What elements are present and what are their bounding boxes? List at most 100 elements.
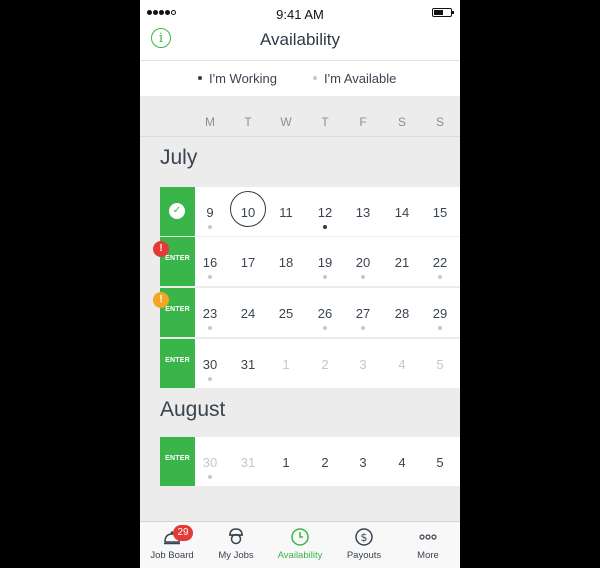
available-dot-icon [323, 326, 327, 330]
day-cell[interactable]: 13 [348, 187, 378, 236]
divider [140, 136, 460, 137]
day-cell[interactable]: 31 [233, 339, 263, 388]
enter-week-button[interactable]: ENTER [160, 437, 195, 486]
day-number: 31 [240, 357, 256, 372]
day-cell[interactable]: 21 [387, 237, 417, 286]
day-cell[interactable]: 17 [233, 237, 263, 286]
svg-text:$: $ [361, 531, 368, 544]
day-cell[interactable]: 26 [310, 288, 340, 337]
legend-working: I'm Working [198, 71, 277, 86]
day-cell[interactable]: 11 [271, 187, 301, 236]
tab-job-board[interactable]: Job Board 29 [140, 522, 204, 568]
day-cell[interactable]: 30 [195, 437, 225, 486]
working-dot-icon [198, 75, 202, 80]
day-cell[interactable]: 23 [195, 288, 225, 337]
day-cell[interactable]: 14 [387, 187, 417, 236]
day-number: 3 [359, 357, 367, 372]
day-cell[interactable]: 3 [348, 437, 378, 486]
day-number: 30 [202, 357, 218, 372]
weekday-label: M [205, 115, 215, 129]
day-cell[interactable]: 2 [310, 339, 340, 388]
day-number: 1 [282, 357, 290, 372]
day-number: 5 [436, 357, 444, 372]
day-cell[interactable]: 15 [425, 187, 455, 236]
day-cell[interactable]: 22 [425, 237, 455, 286]
tab-more[interactable]: More [396, 522, 460, 568]
day-cell[interactable]: 4 [387, 437, 417, 486]
day-cell[interactable]: 2 [310, 437, 340, 486]
day-number: 23 [202, 306, 218, 321]
weekday-label: W [280, 115, 292, 129]
phone-screen: 9:41 AM i Availability I'm Working I'm A… [140, 0, 460, 568]
warning-alert-icon[interactable]: ! [153, 292, 169, 308]
enter-week-button[interactable]: ENTER [160, 339, 195, 388]
day-number: 13 [355, 205, 371, 220]
day-cell[interactable]: 9 [195, 187, 225, 236]
available-dot-icon [361, 275, 365, 279]
day-cell[interactable]: 18 [271, 237, 301, 286]
page-title: Availability [259, 30, 340, 49]
week-row: ENTER 30 31 1 2 3 4 5 [160, 437, 460, 486]
day-cell[interactable]: 3 [348, 339, 378, 388]
available-dot-icon [208, 326, 212, 330]
day-cell[interactable]: 19 [310, 237, 340, 286]
day-number: 19 [317, 255, 333, 270]
day-cell[interactable]: 25 [271, 288, 301, 337]
legend-available: I'm Available [313, 71, 396, 86]
day-cell[interactable]: 5 [425, 339, 455, 388]
checkmark-icon: ✓ [169, 203, 185, 219]
day-number: 30 [202, 455, 218, 470]
weekday-label: S [435, 115, 444, 129]
day-cell[interactable]: 1 [271, 339, 301, 388]
month-title: July [160, 146, 198, 169]
tab-label: My Jobs [218, 550, 254, 561]
month-title: August [160, 398, 226, 421]
day-cell[interactable]: 20 [348, 237, 378, 286]
day-number: 5 [436, 455, 444, 470]
count-badge: 29 [173, 525, 193, 541]
nav-bar: i Availability [140, 28, 460, 60]
tab-label: Payouts [346, 550, 382, 561]
available-dot-icon [208, 377, 212, 381]
day-number: 25 [278, 306, 294, 321]
tab-my-jobs[interactable]: My Jobs [204, 522, 268, 568]
worker-icon [226, 527, 246, 547]
day-cell[interactable]: 24 [233, 288, 263, 337]
status-time: 9:41 AM [276, 7, 324, 22]
available-dot-icon [313, 75, 317, 80]
day-cell[interactable]: 28 [387, 288, 417, 337]
enter-label: ENTER [165, 306, 190, 313]
error-alert-icon[interactable]: ! [153, 241, 169, 257]
weekday-label: T [244, 115, 252, 129]
enter-label: ENTER [165, 455, 190, 462]
day-number: 24 [240, 306, 256, 321]
day-cell[interactable]: 4 [387, 339, 417, 388]
tab-label: Job Board [150, 550, 194, 561]
day-cell[interactable]: 16 [195, 237, 225, 286]
week-confirmed-tab[interactable]: ✓ [160, 187, 195, 236]
day-cell[interactable]: 29 [425, 288, 455, 337]
day-cell[interactable]: 30 [195, 339, 225, 388]
weekday-header: MTWTFSS [140, 110, 460, 136]
day-cell[interactable]: 27 [348, 288, 378, 337]
day-cell[interactable]: 12 [310, 187, 340, 236]
enter-label: ENTER [165, 255, 190, 262]
day-number: 2 [321, 455, 329, 470]
day-number: 21 [394, 255, 410, 270]
day-cell[interactable]: 31 [233, 437, 263, 486]
status-bar: 9:41 AM [140, 0, 460, 28]
day-cell[interactable]: 1 [271, 437, 301, 486]
tab-availability[interactable]: Availability [268, 522, 332, 568]
legend-available-label: I'm Available [324, 71, 397, 86]
day-number: 9 [206, 205, 214, 220]
day-cell[interactable]: 5 [425, 437, 455, 486]
day-number: 4 [398, 357, 406, 372]
available-dot-icon [208, 225, 212, 229]
day-number: 22 [432, 255, 448, 270]
day-number: 4 [398, 455, 406, 470]
tab-payouts[interactable]: $ Payouts [332, 522, 396, 568]
weekday-label: F [359, 115, 367, 129]
day-number: 27 [355, 306, 371, 321]
day-number: 28 [394, 306, 410, 321]
week-row: ENTER 23 24 25 26 27 28 29 [160, 288, 460, 337]
